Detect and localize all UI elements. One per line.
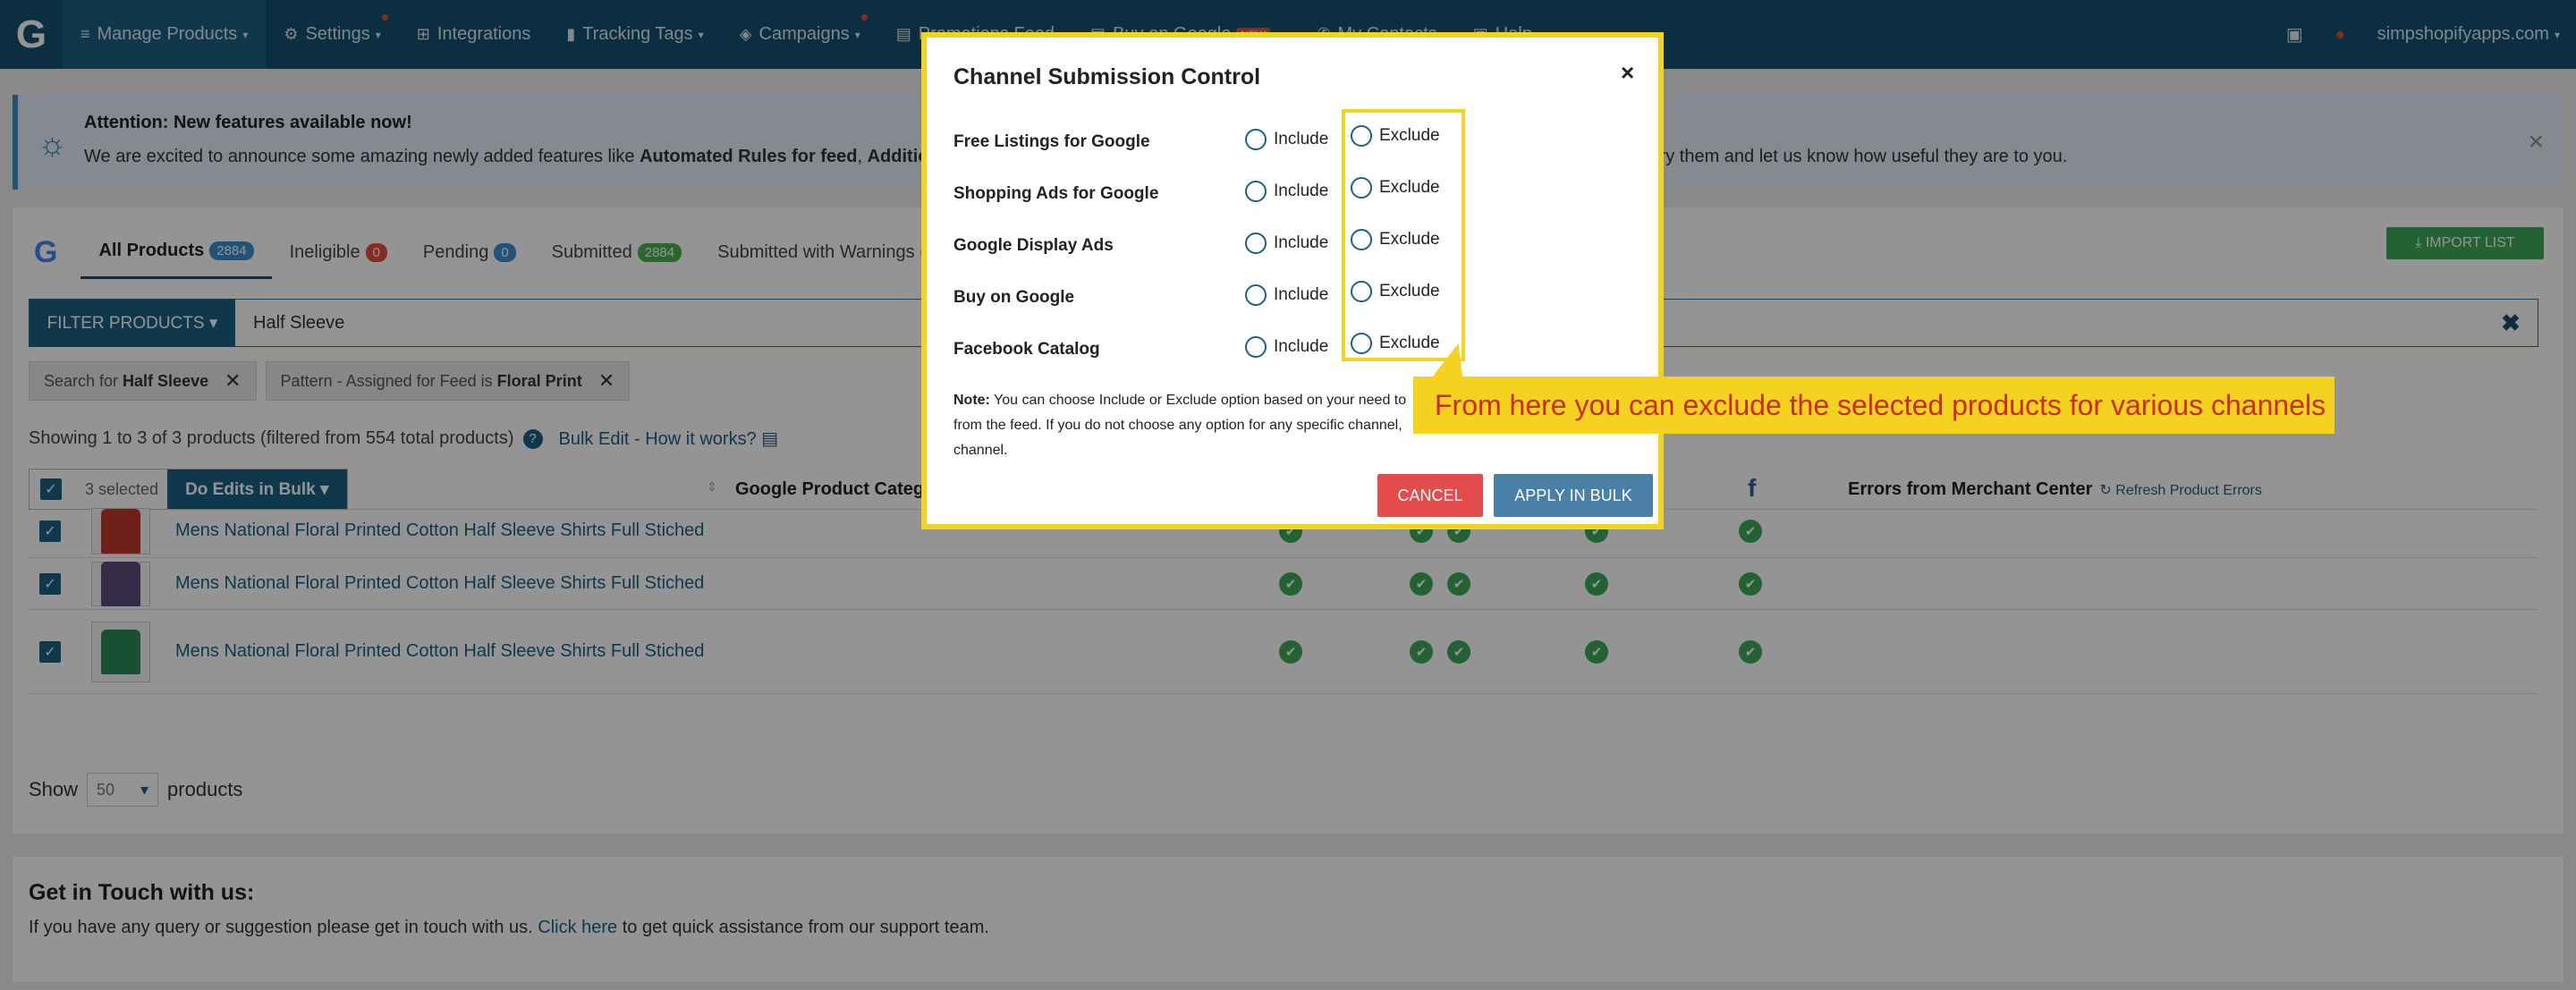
tutorial-callout: From here you can exclude the selected p…	[1413, 377, 2334, 434]
close-icon[interactable]: ×	[1621, 59, 1634, 87]
modal-title: Channel Submission Control	[953, 64, 1261, 89]
include-radio-google-display-ads[interactable]: Include	[1245, 233, 1328, 254]
radio-circle[interactable]	[1245, 233, 1267, 254]
cancel-button[interactable]: CANCEL	[1377, 474, 1483, 517]
include-radio-shopping-ads-for-google[interactable]: Include	[1245, 181, 1328, 202]
radio-circle[interactable]	[1245, 129, 1267, 150]
radio-circle[interactable]	[1245, 181, 1267, 202]
include-label: Include	[1274, 285, 1329, 304]
include-radio-facebook-catalog[interactable]: Include	[1245, 336, 1328, 358]
include-radio-buy-on-google[interactable]: Include	[1245, 284, 1328, 306]
channel-label-buy-on-google: Buy on Google	[953, 288, 1075, 307]
include-label: Include	[1274, 182, 1329, 200]
channel-label-shopping-ads-for-google: Shopping Ads for Google	[953, 184, 1159, 203]
modal-note: Note: You can choose Include or Exclude …	[953, 388, 1454, 463]
note-text: You can choose Include or Exclude option…	[989, 393, 1407, 408]
apply-in-bulk-button[interactable]: APPLY IN BULK	[1494, 474, 1653, 517]
note-label: Note:	[953, 393, 990, 408]
include-label: Include	[1274, 130, 1329, 148]
channel-label-free-listings-for-google: Free Listings for Google	[953, 132, 1150, 151]
note-line-2: from the feed. If you do not choose any …	[953, 418, 1402, 433]
include-label: Include	[1274, 337, 1329, 356]
channel-label-google-display-ads: Google Display Ads	[953, 236, 1114, 255]
channel-label-facebook-catalog: Facebook Catalog	[953, 340, 1100, 359]
radio-circle[interactable]	[1245, 336, 1267, 358]
note-line-3: channel.	[953, 443, 1008, 458]
include-label: Include	[1274, 233, 1329, 252]
radio-circle[interactable]	[1245, 284, 1267, 306]
include-radio-free-listings-for-google[interactable]: Include	[1245, 129, 1328, 150]
channel-submission-modal: Channel Submission Control × Free Listin…	[921, 32, 1664, 529]
exclude-highlight-box	[1342, 109, 1465, 361]
